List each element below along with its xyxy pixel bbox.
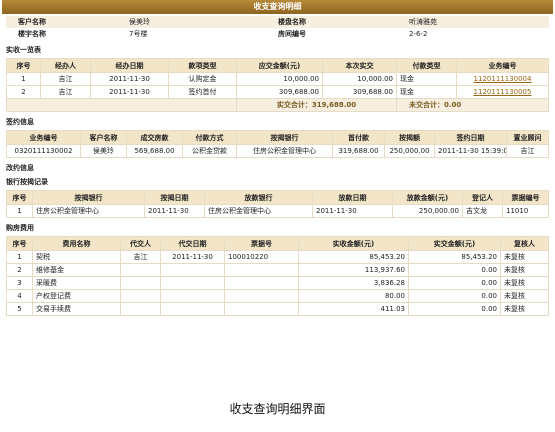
col-header: 经办日期 [90, 58, 169, 73]
col-header: 本次实交 [322, 58, 397, 73]
project-label: 楼盘名称 [266, 16, 406, 28]
col-header: 签约日期 [434, 130, 507, 145]
unpaid-value: 0.00 [444, 101, 462, 109]
col-header: 序号 [6, 236, 33, 251]
col-header: 成交房款 [126, 130, 183, 145]
building-value: 7号楼 [129, 30, 148, 38]
unpaid-label: 未交合计： [409, 101, 444, 109]
col-header: 业务编号 [456, 58, 549, 73]
col-header: 按揭额 [384, 130, 435, 145]
col-header: 序号 [6, 58, 41, 73]
col-header: 按揭银行 [236, 130, 333, 145]
room-label: 房间编号 [278, 30, 306, 38]
col-header: 实交金额(元) [408, 236, 501, 251]
col-header: 票据号 [224, 236, 299, 251]
room-value: 2-6-2 [409, 30, 428, 38]
customer-info: 客户名称 侯美玲 楼盘名称 听涛雅苑 楼宇名称 7号楼 房间编号 2-6-2 [6, 16, 549, 40]
col-header: 按揭银行 [32, 190, 145, 205]
col-header: 代交人 [120, 236, 161, 251]
col-header: 业务编号 [6, 130, 81, 145]
contract-section-title: 签约信息 [6, 118, 34, 126]
total-value: 319,688.00 [311, 101, 357, 109]
table-row: 4 产权登记费 80.00 0.00 未复核 [6, 289, 549, 303]
col-header: 应交金额(元) [236, 58, 323, 73]
col-header: 序号 [6, 190, 33, 205]
fees-section-title: 购房费用 [6, 224, 34, 232]
col-header: 按揭日期 [144, 190, 205, 205]
col-header: 置业顾问 [506, 130, 549, 145]
page-title: 收支查询明细 [2, 0, 553, 14]
table-row: 0320111130002 侯美玲 569,688.00 公积金贷款 住房公积金… [6, 144, 549, 158]
figure-caption: 收支查询明细界面 [229, 402, 326, 416]
col-header: 放款金额(元) [392, 190, 463, 205]
table-row: 1 吉江 2011-11-30 认购定金 10,000.00 10,000.00… [6, 72, 549, 86]
mortgage-table: 序号 按揭银行 按揭日期 放款银行 放款日期 放款金额(元) 登记人 票据编号 … [6, 190, 549, 218]
col-header: 付款类型 [396, 58, 457, 73]
total-label: 实交合计： [276, 101, 312, 109]
fees-table: 序号 费用名称 代交人 代交日期 票据号 实收金额(元) 实交金额(元) 复核人… [6, 236, 549, 316]
customer-value: 侯美玲 [126, 16, 266, 28]
col-header: 款项类型 [168, 58, 237, 73]
mortgage-section-title: 银行按揭记录 [6, 178, 48, 186]
col-header: 付款方式 [182, 130, 237, 145]
col-header: 费用名称 [32, 236, 121, 251]
col-header: 放款银行 [204, 190, 313, 205]
col-header: 客户名称 [80, 130, 127, 145]
col-header: 放款日期 [312, 190, 393, 205]
project-value: 听涛雅苑 [406, 16, 549, 28]
customer-label: 客户名称 [6, 16, 126, 28]
col-header: 经办人 [40, 58, 91, 73]
col-header: 票据编号 [502, 190, 549, 205]
col-header: 登记人 [462, 190, 503, 205]
table-row: 1 住房公积金管理中心 2011-11-30 住房公积金管理中心 2011-11… [6, 204, 549, 218]
table-row: 3 采暖费 3,836.28 0.00 未复核 [6, 276, 549, 290]
receipts-table: 序号 经办人 经办日期 款项类型 应交金额(元) 本次实交 付款类型 业务编号 … [6, 58, 549, 112]
receipts-section-title: 实收一览表 [6, 46, 41, 54]
table-row: 2 维修基金 113,937.60 0.00 未复核 [6, 263, 549, 277]
table-row: 5 交易手续费 411.03 0.00 未复核 [6, 302, 549, 316]
contract-table: 业务编号 客户名称 成交房款 付款方式 按揭银行 首付款 按揭额 签约日期 置业… [6, 130, 549, 158]
col-header: 复核人 [500, 236, 549, 251]
col-header: 代交日期 [160, 236, 225, 251]
change-section-title: 改约信息 [6, 164, 34, 172]
col-header: 首付款 [332, 130, 385, 145]
table-row: 2 吉江 2011-11-30 签约首付 309,688.00 309,688.… [6, 85, 549, 99]
business-number-link[interactable]: 1120111130005 [474, 88, 532, 96]
table-row: 1 契税 吉江 2011-11-30 100010220 85,453.20 85,4… [6, 250, 549, 264]
business-number-link[interactable]: 1120111130004 [474, 75, 532, 83]
building-label: 楼宇名称 [18, 30, 46, 38]
col-header: 实收金额(元) [298, 236, 409, 251]
receipts-total-row: 实交合计：319,688.00 未交合计：0.00 [6, 98, 549, 112]
